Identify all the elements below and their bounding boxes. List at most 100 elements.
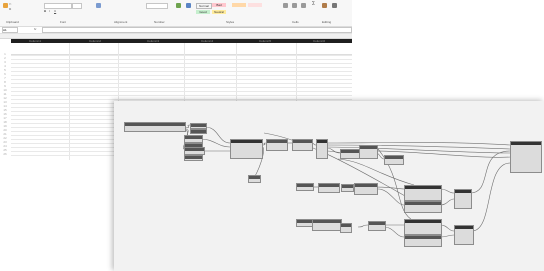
node-title-bar[interactable] — [185, 136, 202, 139]
ribbon-group-number: Number — [154, 20, 165, 24]
font-size-select[interactable] — [72, 3, 82, 9]
node[interactable] — [454, 225, 474, 245]
node-title-bar[interactable] — [191, 130, 206, 133]
bold-button[interactable]: B — [44, 10, 46, 13]
style-swatch-5[interactable] — [248, 3, 262, 7]
node-title-bar[interactable] — [511, 142, 541, 145]
node[interactable] — [318, 183, 340, 193]
sheet-row[interactable] — [11, 87, 352, 88]
node[interactable] — [292, 139, 313, 151]
node[interactable] — [359, 145, 378, 159]
node-title-bar[interactable] — [185, 148, 204, 151]
node[interactable] — [404, 185, 442, 201]
node-title-bar[interactable] — [191, 124, 206, 127]
node-title-bar[interactable] — [341, 150, 361, 153]
node-title-bar[interactable] — [267, 140, 287, 143]
style-swatch-bad[interactable]: Bad — [212, 3, 226, 7]
node[interactable] — [184, 147, 205, 155]
sheet-row[interactable] — [11, 75, 352, 76]
node-title-bar[interactable] — [342, 185, 353, 188]
node-title-bar[interactable] — [125, 123, 185, 126]
italic-button[interactable]: I — [49, 10, 50, 13]
sort-filter-icon[interactable] — [322, 3, 327, 8]
node-title-bar[interactable] — [185, 156, 202, 159]
delete-cells-icon[interactable] — [292, 3, 297, 8]
node-title-bar[interactable] — [313, 220, 341, 223]
node[interactable] — [404, 235, 442, 247]
node[interactable] — [340, 223, 352, 233]
node[interactable] — [312, 219, 342, 231]
ribbon-group-font: Font — [60, 20, 67, 24]
node-title-bar[interactable] — [369, 222, 385, 225]
node[interactable] — [296, 183, 314, 191]
node[interactable] — [316, 139, 328, 159]
name-box[interactable]: A1 — [2, 27, 18, 33]
style-swatch-good[interactable]: Good — [196, 10, 210, 14]
node[interactable] — [384, 155, 404, 165]
node-title-bar[interactable] — [405, 202, 441, 205]
conditional-formatting-icon[interactable] — [176, 3, 181, 8]
style-swatch-normal[interactable]: Normal — [196, 3, 212, 9]
node-title-bar[interactable] — [319, 184, 339, 187]
node[interactable] — [266, 139, 288, 151]
node-title-bar[interactable] — [360, 146, 377, 149]
sheet-row[interactable] — [11, 55, 352, 56]
insert-cells-icon[interactable] — [283, 3, 288, 8]
node[interactable] — [454, 189, 472, 209]
node-title-bar[interactable] — [355, 184, 377, 187]
node-title-bar[interactable] — [385, 156, 403, 159]
row-number[interactable]: 26 — [0, 152, 10, 156]
number-format-select[interactable] — [146, 3, 168, 9]
node-title-bar[interactable] — [297, 184, 313, 187]
node-title-bar[interactable] — [249, 176, 260, 179]
node[interactable] — [404, 201, 442, 213]
dynamo-graph-canvas[interactable] — [114, 101, 544, 271]
wire — [377, 188, 405, 206]
sheet-row[interactable] — [11, 63, 352, 64]
excel-write-node[interactable] — [510, 141, 542, 173]
sheet-row[interactable] — [11, 99, 352, 100]
node-title-bar[interactable] — [293, 140, 312, 143]
wrap-text-icon[interactable] — [96, 3, 101, 8]
node[interactable] — [354, 183, 378, 195]
node[interactable] — [184, 155, 203, 161]
code-block-node[interactable] — [124, 122, 186, 132]
sheet-row[interactable] — [11, 91, 352, 92]
node-title-bar[interactable] — [455, 190, 471, 193]
node[interactable] — [368, 221, 386, 231]
autosum-icon[interactable]: Σ — [312, 2, 315, 7]
underline-button[interactable]: U — [54, 10, 56, 13]
format-as-table-icon[interactable] — [186, 3, 191, 8]
node-title-bar[interactable] — [341, 224, 351, 227]
sheet-row[interactable] — [11, 79, 352, 80]
sheet-row[interactable] — [11, 71, 352, 72]
node-title-bar[interactable] — [317, 140, 327, 143]
find-select-icon[interactable] — [332, 3, 337, 8]
node-title-bar[interactable] — [405, 220, 441, 223]
node[interactable] — [404, 219, 442, 235]
style-swatch-4[interactable] — [232, 3, 246, 7]
sheet-row[interactable] — [11, 83, 352, 84]
node-title-bar[interactable] — [405, 186, 441, 189]
node[interactable] — [184, 135, 203, 143]
sheet-row[interactable] — [11, 59, 352, 60]
sheet-row[interactable] — [11, 95, 352, 96]
formula-input[interactable] — [42, 27, 352, 33]
wire — [204, 126, 231, 144]
node-title-bar[interactable] — [405, 236, 441, 239]
cut-icon[interactable]: ✂ — [9, 3, 12, 6]
node-title-bar[interactable] — [297, 220, 313, 223]
node-title-bar[interactable] — [231, 140, 262, 143]
style-swatch-neutral[interactable]: Neutral — [212, 10, 226, 14]
node[interactable] — [341, 184, 354, 192]
node-title-bar[interactable] — [455, 226, 473, 229]
node[interactable] — [190, 129, 207, 134]
format-cells-icon[interactable] — [301, 3, 306, 8]
list-node[interactable] — [230, 139, 263, 159]
copy-icon[interactable]: ⧉ — [9, 8, 11, 11]
node[interactable] — [248, 175, 261, 183]
header-spacer-row — [11, 43, 352, 55]
paste-icon[interactable] — [3, 3, 8, 8]
ribbon-group-editing: Editing — [322, 20, 332, 24]
sheet-row[interactable] — [11, 67, 352, 68]
